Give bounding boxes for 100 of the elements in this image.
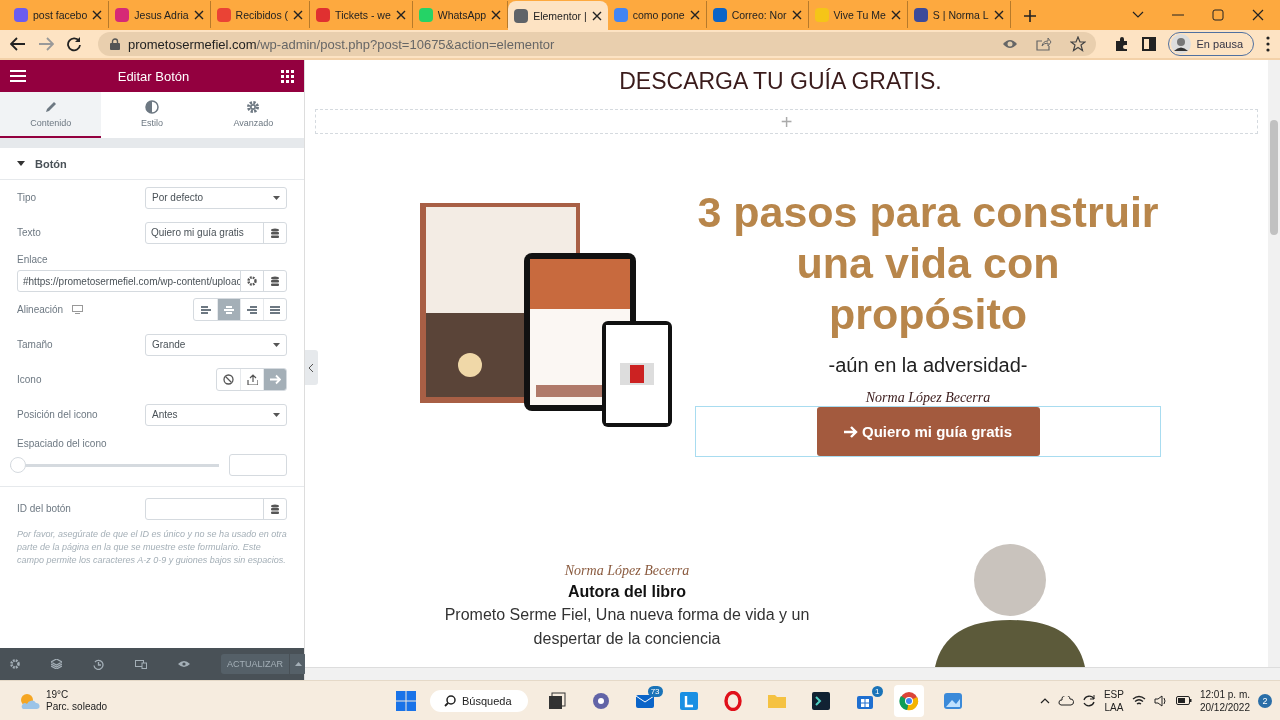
hero-subtitle: -aún en la adversidad- [828,354,1028,377]
desktop-icon[interactable] [72,305,84,314]
browser-tab[interactable]: Elementor | [508,1,608,30]
caret-icon [273,412,280,417]
taskbar-app[interactable]: 73 [629,684,660,717]
close-icon[interactable] [993,9,1004,20]
ban-icon [223,374,234,385]
sync-icon[interactable] [1081,693,1096,708]
signature-text: Norma López Becerra [564,563,690,579]
address-bar[interactable]: prometosermefiel.com/wp-admin/post.php?post=10675&action=elementor [98,32,1096,56]
browser-tab[interactable]: como pone [607,1,707,28]
browser-tab[interactable]: Vive Tu Me [808,1,908,28]
collapse-handle[interactable] [305,350,318,385]
browser-tab[interactable]: Recibidos ( [210,1,311,28]
wifi-icon[interactable] [1131,695,1146,706]
more-menu-icon[interactable] [1266,36,1270,52]
browser-tab[interactable]: Jesus Adria [109,1,211,28]
clock-time[interactable]: 12:01 p. m. [1199,687,1250,701]
close-icon[interactable] [890,9,901,20]
layers-icon[interactable] [51,659,62,669]
pencil-icon [43,100,58,114]
dynamic-tags-icon[interactable] [271,276,279,286]
dynamic-tags-icon[interactable] [271,503,279,514]
maximize-icon[interactable] [1212,9,1224,21]
eye-icon[interactable] [178,660,190,668]
browser-tab[interactable]: post facebo [8,1,110,28]
ring-icon [722,690,743,711]
field-label: Tamaño [17,339,53,350]
responsive-icon[interactable] [135,659,147,669]
terminal-icon [810,690,831,711]
battery-icon[interactable] [1175,696,1192,705]
scrollbar[interactable] [305,667,1280,680]
back-arrow-icon[interactable] [10,37,26,51]
select-field[interactable]: Antes [145,403,287,426]
scrollbar[interactable] [1268,60,1280,667]
menu-icon[interactable] [10,70,26,82]
browser-tab[interactable]: Tickets - we [310,1,413,28]
reload-icon[interactable] [66,36,82,52]
contrast-icon [145,100,159,114]
panel-tab[interactable]: Contenido [0,92,102,138]
close-icon[interactable] [193,9,204,20]
close-icon[interactable] [491,9,502,20]
eye-icon[interactable] [1001,38,1018,50]
select-field[interactable]: Por defecto [145,186,287,209]
hero-title: 3 pasos para construir una vida con propósito [696,187,1160,340]
field-label: Icono [17,374,42,385]
temperature: 19°C [46,688,70,701]
align-left-icon [200,305,211,314]
dynamic-tags-icon[interactable] [271,227,279,238]
new-tab-icon[interactable] [1022,9,1037,23]
browser-tab[interactable]: S | Norma L [907,1,1011,28]
field-label: ID del botón [17,503,71,514]
close-icon[interactable] [591,10,602,21]
language-indicator[interactable]: ESP [1103,687,1124,701]
speaker-icon[interactable] [1153,694,1168,707]
close-icon[interactable] [689,9,700,20]
panel-tab[interactable]: Estilo [101,92,203,138]
photos-icon [942,690,963,711]
slider-thumb[interactable] [10,457,26,473]
history-icon[interactable] [93,658,104,670]
puzzle-icon[interactable] [1113,36,1130,52]
side-panel-icon[interactable] [1141,37,1156,51]
field-label: Tipo [17,192,37,203]
download-guide-button[interactable]: Quiero mi guía gratis [816,407,1040,456]
close-icon[interactable] [92,9,103,20]
star-icon[interactable] [1069,36,1086,52]
input-field[interactable]: Quiero mi guía gratis [145,221,287,244]
letter-icon [678,690,699,711]
close-icon[interactable] [791,9,802,20]
arrow-right-icon [269,374,281,385]
grid-icon[interactable] [281,69,294,83]
input-field[interactable] [145,497,287,520]
notification-badge[interactable]: 2 [1258,693,1272,708]
arrow-right-icon [844,425,858,438]
keyboard-layout[interactable]: LAA [1104,700,1124,714]
windows-start-icon[interactable] [396,690,416,711]
chevron-left-icon [309,363,314,372]
gear-icon[interactable] [247,276,257,286]
author-description: Prometo Serme Fiel, Una nueva forma de vida y un despertar de la conciencia [443,605,811,649]
panel-tab[interactable]: Avanzado [202,92,304,138]
gear-icon[interactable] [10,659,20,669]
select-field[interactable]: Grande [145,333,287,356]
chevron-down-icon[interactable] [1132,11,1144,19]
search-button[interactable]: Búsqueda [430,689,528,712]
close-icon[interactable] [395,9,406,20]
clock-date[interactable]: 20/12/2022 [1199,700,1250,714]
number-field[interactable] [229,454,287,476]
upload-icon [246,374,258,385]
close-icon[interactable] [293,9,304,20]
cloud-icon[interactable] [1057,695,1074,706]
browser-tab[interactable]: WhatsApp [412,1,509,28]
close-icon[interactable] [1252,9,1264,21]
section-header[interactable]: Botón [0,148,304,180]
browser-tab[interactable]: Correo: Nor [706,1,809,28]
chevron-up-icon[interactable] [1039,697,1050,704]
share-icon[interactable] [1035,37,1052,51]
panel-title: Editar Botón [117,68,190,84]
url-text: prometosermefiel.com/wp-admin/post.php?post=10675&action=elementor [128,36,556,52]
taskbar-app[interactable]: 1 [849,684,880,717]
section-heading: DESCARGA TU GUÍA GRATIS. [618,68,943,95]
